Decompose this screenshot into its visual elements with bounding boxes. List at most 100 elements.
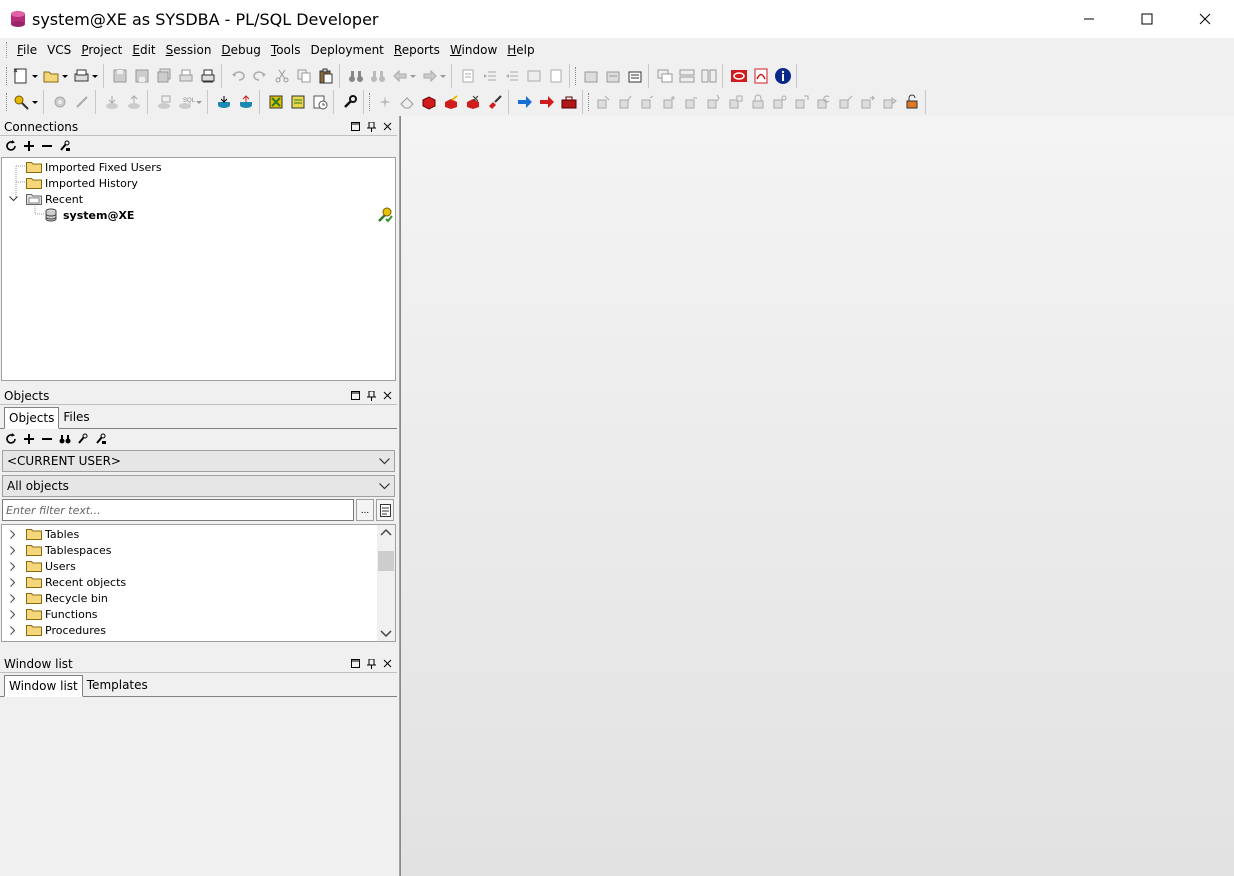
find-object-button[interactable] xyxy=(58,432,72,446)
eraser-button[interactable] xyxy=(396,91,418,113)
print-setup-button[interactable] xyxy=(197,65,219,87)
close-button[interactable] xyxy=(1176,0,1234,38)
menu-file[interactable]: File xyxy=(12,40,42,60)
minimize-button[interactable] xyxy=(1060,0,1118,38)
menu-vcs[interactable]: VCS xyxy=(42,40,76,60)
report-button[interactable] xyxy=(287,91,309,113)
object-brush-button[interactable] xyxy=(484,91,506,113)
tree-item[interactable]: Imported Fixed Users xyxy=(2,159,395,175)
objects-scrollbar[interactable] xyxy=(377,525,395,641)
vcs-button-7[interactable] xyxy=(725,91,747,113)
navigate-forward-button[interactable] xyxy=(419,65,449,87)
tree-item[interactable]: Recent objects xyxy=(2,574,395,590)
remove-connection-button[interactable] xyxy=(40,139,54,153)
step-button[interactable] xyxy=(602,65,624,87)
export-db-button[interactable] xyxy=(213,91,235,113)
menu-project[interactable]: Project xyxy=(76,40,127,60)
menu-edit[interactable]: Edit xyxy=(127,40,160,60)
paste-button[interactable] xyxy=(315,65,337,87)
vcs-button-2[interactable] xyxy=(615,91,637,113)
connection-settings-button[interactable] xyxy=(58,139,72,153)
tree-item[interactable]: Users xyxy=(2,558,395,574)
new-sql-button[interactable]: SQL xyxy=(175,91,205,113)
uppercase-button[interactable] xyxy=(523,65,545,87)
undo-button[interactable] xyxy=(227,65,249,87)
vcs-button-4[interactable] xyxy=(659,91,681,113)
test-button[interactable] xyxy=(580,65,602,87)
remove-object-button[interactable] xyxy=(40,432,54,446)
replace-button[interactable] xyxy=(367,65,389,87)
refresh-button[interactable] xyxy=(4,432,18,446)
chevron-right-icon[interactable] xyxy=(7,544,19,556)
vcs-button-3[interactable] xyxy=(637,91,659,113)
navigate-back-button[interactable] xyxy=(389,65,419,87)
panel-pin-button[interactable] xyxy=(365,121,377,133)
cut-button[interactable] xyxy=(271,65,293,87)
find-button[interactable] xyxy=(345,65,367,87)
save-all-button[interactable] xyxy=(153,65,175,87)
vcs-button-13[interactable] xyxy=(857,91,879,113)
chevron-right-icon[interactable] xyxy=(7,560,19,572)
panel-close-button[interactable] xyxy=(381,121,393,133)
go-next-button[interactable] xyxy=(536,91,558,113)
tab-files[interactable]: Files xyxy=(59,408,93,428)
chevron-right-icon[interactable] xyxy=(7,528,19,540)
panel-pin-button[interactable] xyxy=(365,390,377,402)
toolbox-button[interactable] xyxy=(558,91,580,113)
user-select[interactable]: <CURRENT USER> xyxy=(2,450,395,472)
scroll-down-icon[interactable] xyxy=(377,625,395,641)
add-object-button[interactable] xyxy=(22,432,36,446)
import-db-button[interactable] xyxy=(235,91,257,113)
execute-button[interactable] xyxy=(49,91,71,113)
go-forward-button[interactable] xyxy=(514,91,536,113)
filter-settings-button[interactable] xyxy=(76,432,90,446)
comment-button[interactable] xyxy=(457,65,479,87)
object-edit-button[interactable] xyxy=(440,91,462,113)
menu-window[interactable]: Window xyxy=(445,40,502,60)
chevron-right-icon[interactable] xyxy=(7,592,19,604)
preferences-button[interactable] xyxy=(339,91,361,113)
open-button[interactable] xyxy=(41,65,71,87)
vcs-button-11[interactable] xyxy=(813,91,835,113)
indent-button[interactable] xyxy=(479,65,501,87)
redo-button[interactable] xyxy=(249,65,271,87)
logon-button[interactable] xyxy=(11,91,41,113)
print-button[interactable] xyxy=(71,65,101,87)
tab-window-list[interactable]: Window list xyxy=(4,675,83,697)
chevron-right-icon[interactable] xyxy=(7,624,19,636)
commit-button[interactable] xyxy=(101,91,123,113)
vcs-button-12[interactable] xyxy=(835,91,857,113)
tree-item[interactable]: Tables xyxy=(2,526,395,542)
tree-item[interactable]: Imported History xyxy=(2,175,395,191)
tree-item[interactable]: Procedures xyxy=(2,622,395,638)
sql-window-button[interactable] xyxy=(153,91,175,113)
object-options-button[interactable] xyxy=(94,432,108,446)
lowercase-button[interactable] xyxy=(545,65,567,87)
tree-item[interactable]: Tablespaces xyxy=(2,542,395,558)
tree-item[interactable]: Recycle bin xyxy=(2,590,395,606)
scroll-thumb[interactable] xyxy=(378,550,394,571)
maximize-button[interactable] xyxy=(1118,0,1176,38)
object-new-button[interactable] xyxy=(374,91,396,113)
break-button[interactable] xyxy=(71,91,93,113)
vcs-button-9[interactable] xyxy=(769,91,791,113)
vcs-button-14[interactable] xyxy=(879,91,901,113)
menu-debug[interactable]: Debug xyxy=(216,40,265,60)
oracle-button[interactable] xyxy=(728,65,750,87)
add-connection-button[interactable] xyxy=(22,139,36,153)
filter-input[interactable] xyxy=(2,499,354,521)
chevron-right-icon[interactable] xyxy=(7,608,19,620)
menu-help[interactable]: Help xyxy=(502,40,539,60)
tree-item[interactable]: Recent xyxy=(2,191,395,207)
schedule-button[interactable] xyxy=(309,91,331,113)
filter-browse-button[interactable]: ... xyxy=(356,499,374,521)
compare-button[interactable] xyxy=(265,91,287,113)
tree-item[interactable]: Functions xyxy=(2,606,395,622)
filter-options-button[interactable] xyxy=(376,499,394,521)
debug-run-button[interactable] xyxy=(624,65,646,87)
chevron-right-icon[interactable] xyxy=(7,576,19,588)
vcs-button-5[interactable] xyxy=(681,91,703,113)
object-type-select[interactable]: All objects xyxy=(2,475,395,497)
panel-float-button[interactable] xyxy=(349,390,361,402)
vcs-button-6[interactable] xyxy=(703,91,725,113)
